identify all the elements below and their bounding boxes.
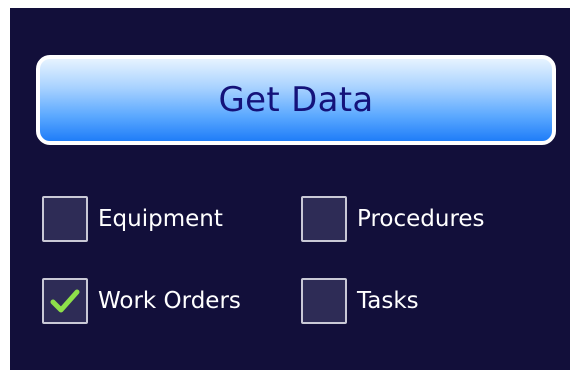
tasks-label: Tasks: [357, 288, 419, 314]
equipment-option[interactable]: Equipment: [42, 196, 223, 242]
get-data-button-label: Get Data: [218, 80, 374, 120]
procedures-checkbox[interactable]: [301, 196, 347, 242]
work-orders-checkbox[interactable]: [42, 278, 88, 324]
procedures-label: Procedures: [357, 206, 485, 232]
work-orders-option[interactable]: Work Orders: [42, 278, 241, 324]
work-orders-label: Work Orders: [98, 288, 241, 314]
tasks-checkbox[interactable]: [301, 278, 347, 324]
data-selection-panel: Get Data Equipment Procedures Work Order…: [10, 8, 570, 370]
procedures-option[interactable]: Procedures: [301, 196, 485, 242]
check-icon: [50, 289, 80, 313]
equipment-checkbox[interactable]: [42, 196, 88, 242]
get-data-button[interactable]: Get Data: [36, 55, 556, 145]
equipment-label: Equipment: [98, 206, 223, 232]
tasks-option[interactable]: Tasks: [301, 278, 419, 324]
